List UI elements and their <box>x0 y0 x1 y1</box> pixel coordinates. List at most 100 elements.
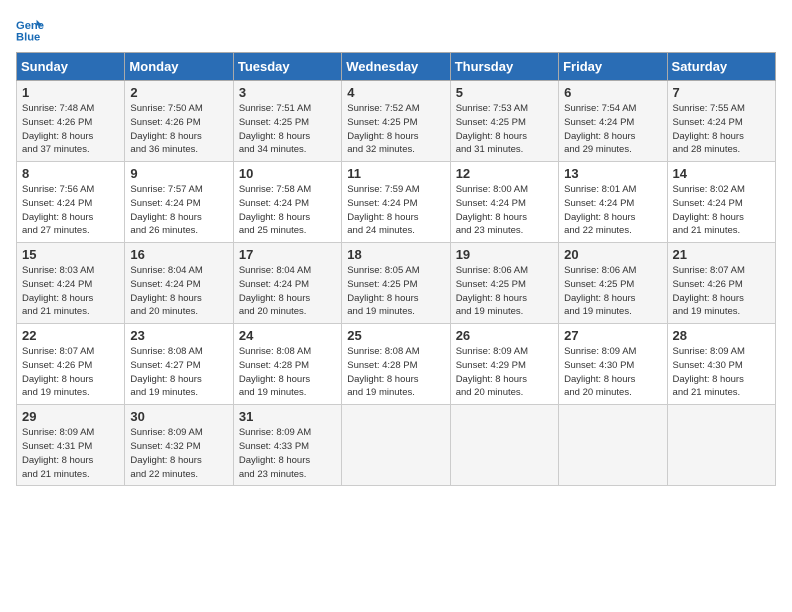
day-number: 14 <box>673 166 770 181</box>
calendar-table: SundayMondayTuesdayWednesdayThursdayFrid… <box>16 52 776 486</box>
calendar-cell: 4Sunrise: 7:52 AMSunset: 4:25 PMDaylight… <box>342 81 450 162</box>
calendar-cell: 2Sunrise: 7:50 AMSunset: 4:26 PMDaylight… <box>125 81 233 162</box>
day-info: Sunrise: 8:09 AMSunset: 4:29 PMDaylight:… <box>456 345 553 400</box>
calendar-cell: 13 Sunrise: 8:01 AMSunset: 4:24 PMDayligh… <box>559 162 667 243</box>
day-info: Sunrise: 8:08 AMSunset: 4:28 PMDaylight:… <box>239 345 336 400</box>
calendar-cell: 21 Sunrise: 8:07 AMSunset: 4:26 PMDayligh… <box>667 243 775 324</box>
day-info: Sunrise: 8:01 AMSunset: 4:24 PMDaylight:… <box>564 183 661 238</box>
calendar-cell: 20Sunrise: 8:06 AMSunset: 4:25 PMDayligh… <box>559 243 667 324</box>
calendar-cell: 10Sunrise: 7:58 AMSunset: 4:24 PMDayligh… <box>233 162 341 243</box>
day-info: Sunrise: 8:09 AMSunset: 4:30 PMDaylight:… <box>564 345 661 400</box>
calendar-cell: 1 Sunrise: 7:48 AMSunset: 4:26 PMDaylight… <box>17 81 125 162</box>
day-number: 17 <box>239 247 336 262</box>
day-info: Sunrise: 8:04 AMSunset: 4:24 PMDaylight:… <box>130 264 227 319</box>
day-info: Sunrise: 8:08 AMSunset: 4:27 PMDaylight:… <box>130 345 227 400</box>
svg-text:Blue: Blue <box>16 31 40 43</box>
day-number: 31 <box>239 409 336 424</box>
calendar-cell: 9 Sunrise: 7:57 AMSunset: 4:24 PMDaylight… <box>125 162 233 243</box>
day-info: Sunrise: 8:08 AMSunset: 4:28 PMDaylight:… <box>347 345 444 400</box>
day-info: Sunrise: 8:05 AMSunset: 4:25 PMDaylight:… <box>347 264 444 319</box>
day-number: 21 <box>673 247 770 262</box>
calendar-cell: 11 Sunrise: 7:59 AMSunset: 4:24 PMDayligh… <box>342 162 450 243</box>
day-number: 10 <box>239 166 336 181</box>
day-info: Sunrise: 8:09 AMSunset: 4:30 PMDaylight:… <box>673 345 770 400</box>
day-info: Sunrise: 7:51 AMSunset: 4:25 PMDaylight:… <box>239 102 336 157</box>
day-info: Sunrise: 8:00 AMSunset: 4:24 PMDaylight:… <box>456 183 553 238</box>
logo: General Blue <box>16 16 48 44</box>
calendar-cell: 31Sunrise: 8:09 AMSunset: 4:33 PMDayligh… <box>233 405 341 486</box>
day-number: 6 <box>564 85 661 100</box>
day-number: 18 <box>347 247 444 262</box>
day-number: 7 <box>673 85 770 100</box>
calendar-cell: 3 Sunrise: 7:51 AMSunset: 4:25 PMDaylight… <box>233 81 341 162</box>
day-number: 24 <box>239 328 336 343</box>
calendar-cell: 26 Sunrise: 8:09 AMSunset: 4:29 PMDayligh… <box>450 324 558 405</box>
day-info: Sunrise: 7:53 AMSunset: 4:25 PMDaylight:… <box>456 102 553 157</box>
day-number: 13 <box>564 166 661 181</box>
day-info: Sunrise: 8:09 AMSunset: 4:31 PMDaylight:… <box>22 426 119 481</box>
day-number: 25 <box>347 328 444 343</box>
day-number: 27 <box>564 328 661 343</box>
day-info: Sunrise: 7:48 AMSunset: 4:26 PMDaylight:… <box>22 102 119 157</box>
day-info: Sunrise: 7:54 AMSunset: 4:24 PMDaylight:… <box>564 102 661 157</box>
calendar-cell: 6 Sunrise: 7:54 AMSunset: 4:24 PMDaylight… <box>559 81 667 162</box>
day-number: 20 <box>564 247 661 262</box>
calendar-cell: 22 Sunrise: 8:07 AMSunset: 4:26 PMDayligh… <box>17 324 125 405</box>
calendar-cell: 12 Sunrise: 8:00 AMSunset: 4:24 PMDayligh… <box>450 162 558 243</box>
header-day-tuesday: Tuesday <box>233 53 341 81</box>
day-info: Sunrise: 8:04 AMSunset: 4:24 PMDaylight:… <box>239 264 336 319</box>
day-info: Sunrise: 7:57 AMSunset: 4:24 PMDaylight:… <box>130 183 227 238</box>
logo-icon: General Blue <box>16 16 44 44</box>
header-day-thursday: Thursday <box>450 53 558 81</box>
day-number: 1 <box>22 85 119 100</box>
calendar-cell: 16Sunrise: 8:04 AMSunset: 4:24 PMDayligh… <box>125 243 233 324</box>
calendar-cell: 29 Sunrise: 8:09 AMSunset: 4:31 PMDayligh… <box>17 405 125 486</box>
calendar-cell: 23Sunrise: 8:08 AMSunset: 4:27 PMDayligh… <box>125 324 233 405</box>
day-number: 28 <box>673 328 770 343</box>
calendar-cell <box>450 405 558 486</box>
day-number: 26 <box>456 328 553 343</box>
page-header: General Blue <box>16 16 776 44</box>
calendar-cell: 30 Sunrise: 8:09 AMSunset: 4:32 PMDayligh… <box>125 405 233 486</box>
day-number: 2 <box>130 85 227 100</box>
header-day-monday: Monday <box>125 53 233 81</box>
header-day-saturday: Saturday <box>667 53 775 81</box>
calendar-cell <box>667 405 775 486</box>
calendar-cell: 5 Sunrise: 7:53 AMSunset: 4:25 PMDaylight… <box>450 81 558 162</box>
calendar-cell: 28 Sunrise: 8:09 AMSunset: 4:30 PMDayligh… <box>667 324 775 405</box>
calendar-cell: 8 Sunrise: 7:56 AMSunset: 4:24 PMDaylight… <box>17 162 125 243</box>
header-day-sunday: Sunday <box>17 53 125 81</box>
calendar-cell: 17 Sunrise: 8:04 AMSunset: 4:24 PMDayligh… <box>233 243 341 324</box>
day-info: Sunrise: 7:55 AMSunset: 4:24 PMDaylight:… <box>673 102 770 157</box>
calendar-cell <box>342 405 450 486</box>
day-info: Sunrise: 8:07 AMSunset: 4:26 PMDaylight:… <box>22 345 119 400</box>
day-number: 3 <box>239 85 336 100</box>
day-info: Sunrise: 7:56 AMSunset: 4:24 PMDaylight:… <box>22 183 119 238</box>
day-info: Sunrise: 8:07 AMSunset: 4:26 PMDaylight:… <box>673 264 770 319</box>
calendar-cell: 24 Sunrise: 8:08 AMSunset: 4:28 PMDayligh… <box>233 324 341 405</box>
calendar-cell: 18 Sunrise: 8:05 AMSunset: 4:25 PMDayligh… <box>342 243 450 324</box>
calendar-cell: 25 Sunrise: 8:08 AMSunset: 4:28 PMDayligh… <box>342 324 450 405</box>
day-number: 29 <box>22 409 119 424</box>
day-number: 9 <box>130 166 227 181</box>
day-number: 22 <box>22 328 119 343</box>
calendar-cell: 7 Sunrise: 7:55 AMSunset: 4:24 PMDaylight… <box>667 81 775 162</box>
header-day-friday: Friday <box>559 53 667 81</box>
calendar-cell: 19 Sunrise: 8:06 AMSunset: 4:25 PMDayligh… <box>450 243 558 324</box>
day-info: Sunrise: 7:52 AMSunset: 4:25 PMDaylight:… <box>347 102 444 157</box>
header-day-wednesday: Wednesday <box>342 53 450 81</box>
day-info: Sunrise: 8:06 AMSunset: 4:25 PMDaylight:… <box>456 264 553 319</box>
calendar-cell <box>559 405 667 486</box>
day-info: Sunrise: 8:09 AMSunset: 4:32 PMDaylight:… <box>130 426 227 481</box>
day-number: 11 <box>347 166 444 181</box>
day-number: 30 <box>130 409 227 424</box>
day-number: 8 <box>22 166 119 181</box>
day-number: 15 <box>22 247 119 262</box>
calendar-cell: 27 Sunrise: 8:09 AMSunset: 4:30 PMDayligh… <box>559 324 667 405</box>
day-info: Sunrise: 7:59 AMSunset: 4:24 PMDaylight:… <box>347 183 444 238</box>
day-number: 5 <box>456 85 553 100</box>
day-number: 12 <box>456 166 553 181</box>
calendar-cell: 15Sunrise: 8:03 AMSunset: 4:24 PMDayligh… <box>17 243 125 324</box>
svg-text:General: General <box>16 20 44 32</box>
day-number: 19 <box>456 247 553 262</box>
